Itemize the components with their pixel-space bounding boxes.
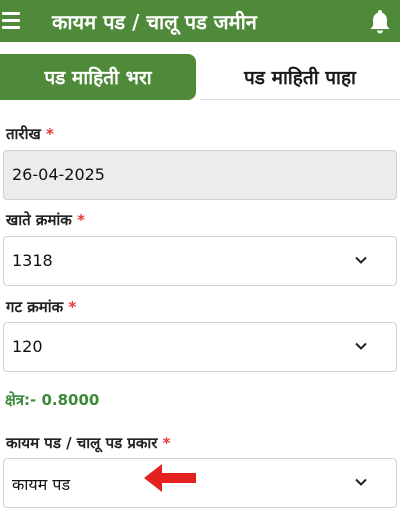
khate-label: खाते क्रमांक *	[6, 211, 85, 229]
type-label: कायम पड / चालू पड प्रकार *	[6, 434, 171, 452]
menu-icon[interactable]	[0, 8, 26, 34]
type-value: कायम पड	[12, 475, 71, 494]
tab-view-info[interactable]: पड माहिती पाहा	[200, 54, 400, 100]
tab-fill-info[interactable]: पड माहिती भरा	[0, 54, 196, 100]
chevron-down-icon	[355, 342, 367, 350]
gat-label: गट क्रमांक *	[6, 298, 77, 316]
app-bar: कायम पड / चालू पड जमीन	[0, 0, 400, 42]
gat-value: 120	[12, 337, 43, 356]
date-field[interactable]: 26-04-2025	[3, 150, 397, 200]
date-label: तारीख *	[6, 125, 54, 143]
date-value: 26-04-2025	[12, 165, 105, 184]
red-arrow-icon	[144, 464, 196, 492]
app-title: कायम पड / चालू पड जमीन	[52, 10, 257, 34]
type-select[interactable]: कायम पड	[3, 458, 397, 508]
chevron-down-icon	[355, 478, 367, 486]
gat-select[interactable]: 120	[3, 322, 397, 372]
bell-icon[interactable]	[366, 7, 394, 35]
khate-select[interactable]: 1318	[3, 236, 397, 286]
chevron-down-icon	[355, 256, 367, 264]
khate-value: 1318	[12, 251, 53, 270]
tab-bar: पड माहिती भरा पड माहिती पाहा	[0, 54, 400, 100]
area-text: क्षेत्र:- 0.8000	[5, 391, 100, 409]
